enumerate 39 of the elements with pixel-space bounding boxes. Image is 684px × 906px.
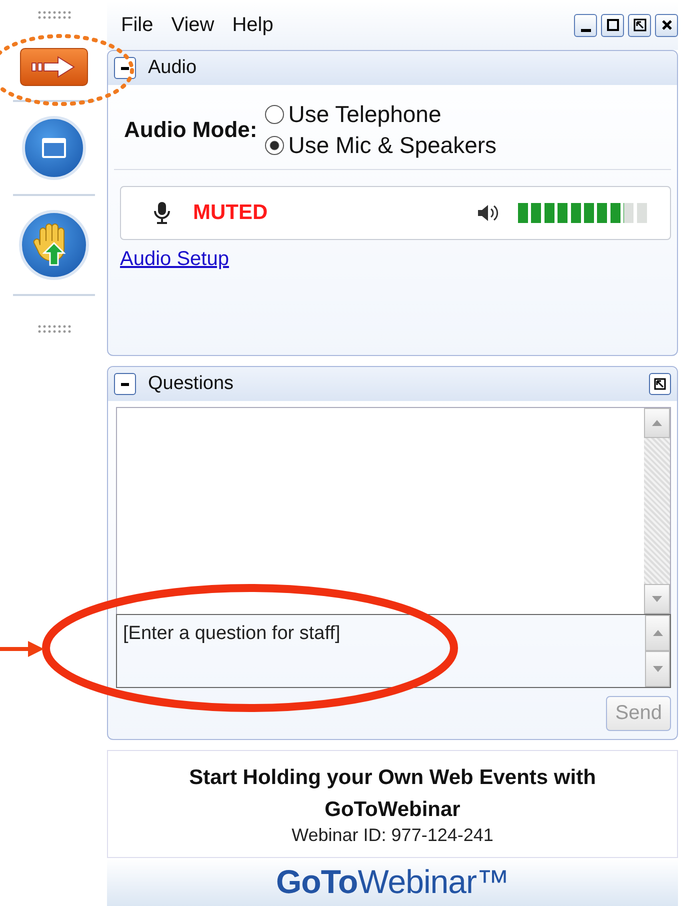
collapse-button[interactable] [20,48,88,86]
maximize-icon [606,18,620,32]
close-icon [660,18,674,32]
close-button[interactable] [655,14,678,36]
panel-title: Audio [148,57,197,79]
maximize-button[interactable] [601,14,624,36]
minimize-button[interactable] [574,14,597,36]
window-icon [40,136,68,160]
minus-icon [121,66,129,70]
audio-setup-link[interactable]: Audio Setup [120,248,229,271]
down-triangle-icon [652,596,662,602]
restore-button[interactable] [628,14,651,36]
radio-button[interactable] [265,105,284,124]
scroll-down-button[interactable] [644,584,670,614]
popout-button[interactable] [649,373,671,395]
radio-option[interactable]: Use Mic & Speakers [265,132,497,159]
promo-headline: Start Holding your Own Web Events with GoToWebinar [188,765,597,822]
pointer-arrow [0,640,46,658]
webinar-id: Webinar ID: 977-124-241 [292,825,494,846]
grip-dots [36,10,70,20]
speaker-icon [476,203,500,223]
popout-icon [654,378,666,390]
up-triangle-icon [652,420,662,426]
minimize-icon [580,28,590,32]
restore-icon [632,18,646,32]
panel-title: Questions [148,373,234,395]
radio-option[interactable]: Use Telephone [265,101,497,128]
mute-status: MUTED [193,201,268,225]
minus-icon [121,382,129,386]
scroll-up-button[interactable] [644,408,670,438]
grip-dots [36,324,70,334]
audio-mode-label: Audio Mode: [124,117,258,143]
logo: GoToWebinar™ [276,863,509,901]
menu-item[interactable]: Help [232,14,274,36]
menu-item[interactable]: View [171,14,214,36]
microphone-icon [153,201,171,225]
collapse-button[interactable] [114,373,136,395]
menu-item[interactable]: File [121,14,154,36]
radio-button[interactable] [265,136,284,155]
